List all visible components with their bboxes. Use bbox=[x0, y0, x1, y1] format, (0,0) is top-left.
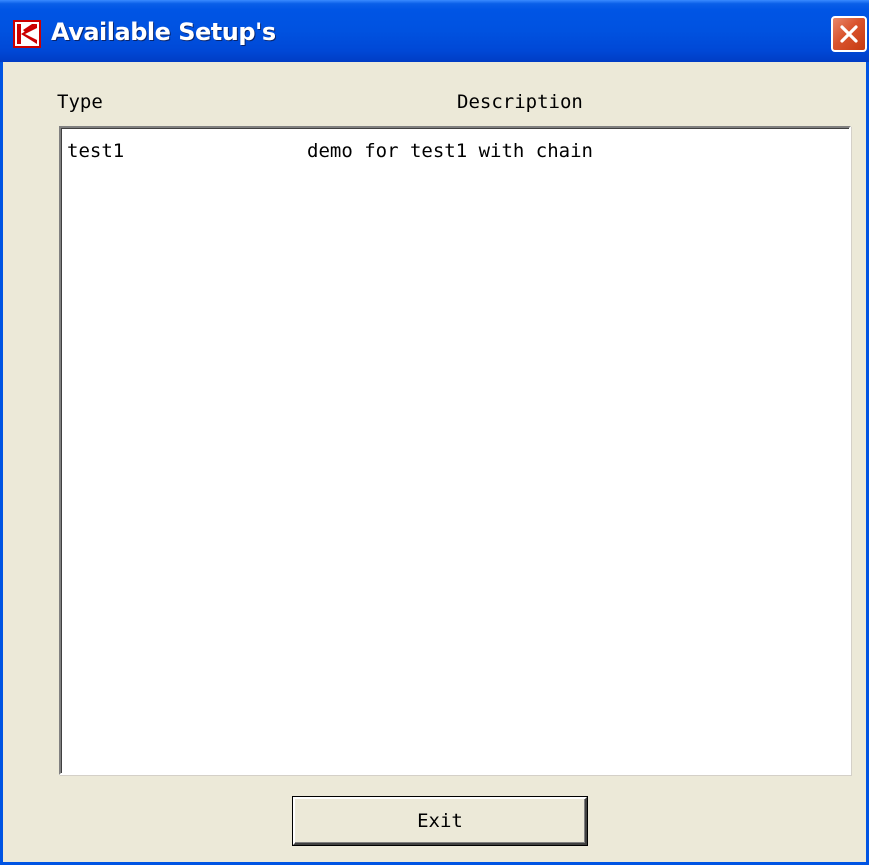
close-button[interactable] bbox=[831, 16, 867, 52]
description-column-header: Description bbox=[457, 91, 583, 113]
exit-button-label: Exit bbox=[417, 810, 463, 832]
title-bar[interactable]: Available Setup's bbox=[0, 0, 869, 62]
list-item[interactable]: test1 demo for test1 with chain bbox=[61, 128, 849, 162]
setups-dialog: Available Setup's Type Description test1… bbox=[0, 0, 869, 865]
exit-button[interactable]: Exit bbox=[293, 797, 587, 845]
type-column-header: Type bbox=[57, 91, 103, 113]
setup-description: demo for test1 with chain bbox=[307, 140, 593, 162]
setup-type: test1 bbox=[67, 140, 125, 162]
k-logo-icon bbox=[13, 20, 41, 48]
setups-list[interactable]: test1 demo for test1 with chain bbox=[59, 126, 851, 775]
window-title: Available Setup's bbox=[51, 18, 276, 46]
close-icon bbox=[840, 25, 858, 43]
